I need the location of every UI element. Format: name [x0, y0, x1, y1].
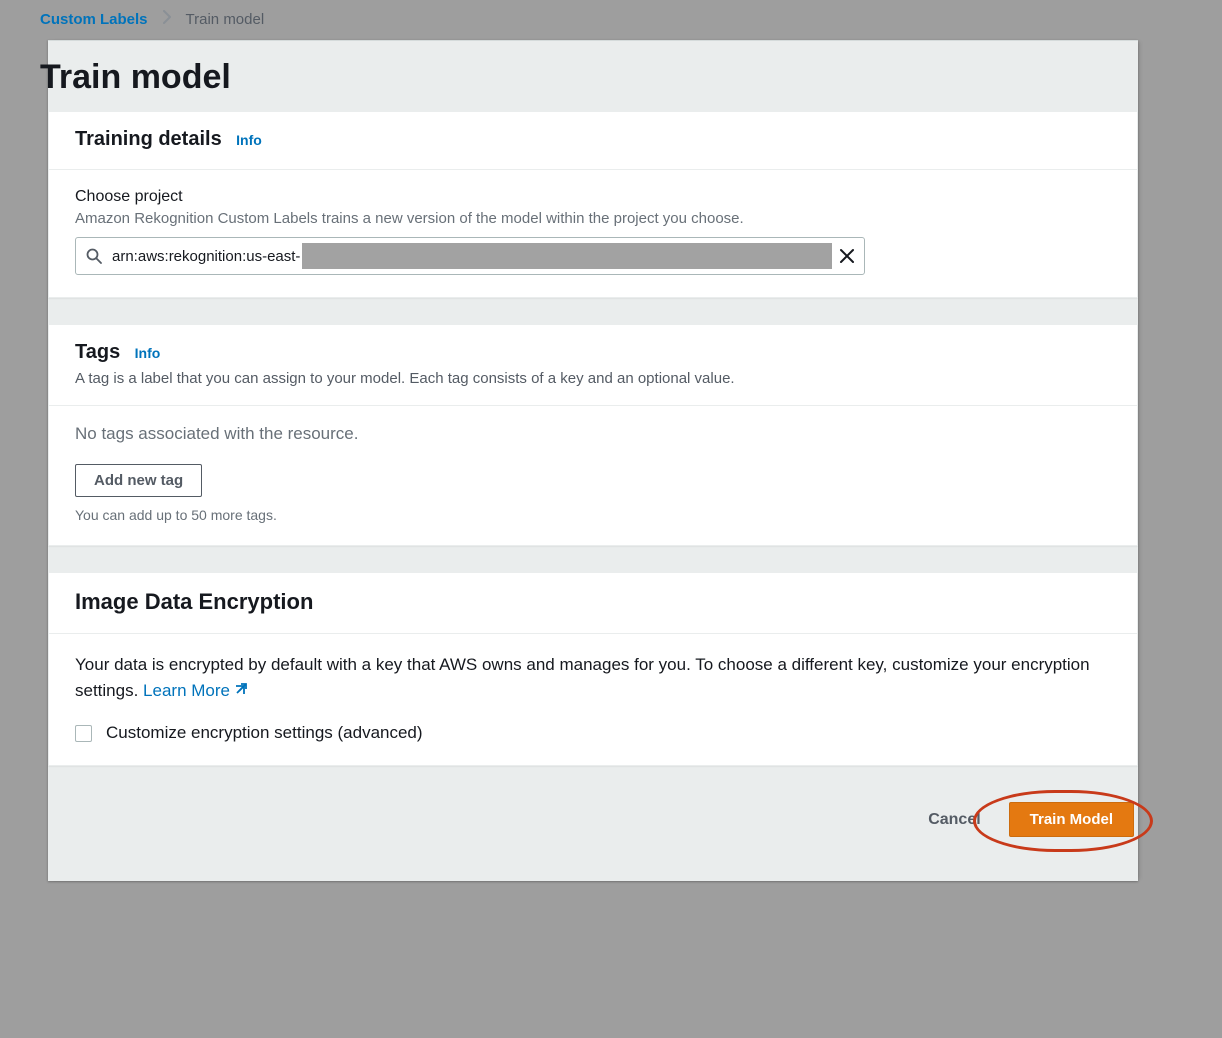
- learn-more-text: Learn More: [143, 681, 230, 700]
- redacted-region: [302, 243, 832, 269]
- tags-subtitle: A tag is a label that you can assign to …: [75, 370, 1111, 387]
- customize-encryption-label: Customize encryption settings (advanced): [106, 723, 423, 743]
- choose-project-label: Choose project: [75, 188, 1111, 206]
- checkbox-icon: [75, 725, 92, 742]
- tags-empty-text: No tags associated with the resource.: [75, 424, 1111, 444]
- info-link-training-details[interactable]: Info: [236, 132, 262, 148]
- breadcrumb-link-custom-labels[interactable]: Custom Labels: [40, 11, 148, 28]
- chevron-right-icon: [162, 10, 172, 28]
- cancel-button[interactable]: Cancel: [918, 803, 990, 837]
- training-details-title: Training details: [75, 128, 222, 151]
- card-tags: Tags Info A tag is a label that you can …: [48, 324, 1138, 546]
- breadcrumb-current: Train model: [186, 11, 265, 28]
- tags-title: Tags: [75, 341, 120, 364]
- clear-input-icon[interactable]: [838, 247, 856, 265]
- customize-encryption-checkbox[interactable]: Customize encryption settings (advanced): [75, 723, 1111, 743]
- external-link-icon: [232, 680, 248, 696]
- encryption-description: Your data is encrypted by default with a…: [75, 652, 1111, 703]
- page-title: Train model: [40, 58, 231, 97]
- add-new-tag-button[interactable]: Add new tag: [75, 464, 202, 497]
- learn-more-link[interactable]: Learn More: [143, 681, 248, 700]
- encryption-title: Image Data Encryption: [75, 589, 313, 615]
- footer-actions: Cancel Train Model: [48, 792, 1138, 861]
- tags-limit-hint: You can add up to 50 more tags.: [75, 507, 1111, 523]
- card-image-data-encryption: Image Data Encryption Your data is encry…: [48, 572, 1138, 766]
- info-link-tags[interactable]: Info: [135, 345, 161, 361]
- card-training-details: Training details Info Choose project Ama…: [48, 111, 1138, 298]
- choose-project-input[interactable]: arn:aws:rekognition:us-east-: [75, 237, 865, 275]
- breadcrumb: Custom Labels Train model: [0, 0, 1222, 40]
- choose-project-hint: Amazon Rekognition Custom Labels trains …: [75, 210, 1111, 227]
- choose-project-value: arn:aws:rekognition:us-east-: [102, 248, 300, 265]
- search-icon: [86, 248, 102, 264]
- train-model-button[interactable]: Train Model: [1009, 802, 1134, 837]
